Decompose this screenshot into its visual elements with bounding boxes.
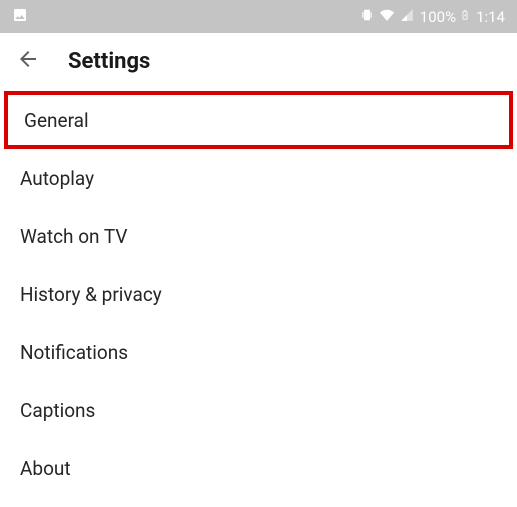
settings-item-label: Captions [20, 399, 95, 422]
status-bar-left [12, 7, 28, 27]
signal-icon [400, 8, 414, 26]
clock-time: 1:14 [476, 8, 505, 26]
settings-item-label: About [20, 457, 71, 480]
picture-icon [12, 7, 28, 27]
battery-percent: 100% [420, 8, 456, 26]
status-bar-right: 100% 1:14 [360, 7, 505, 27]
settings-item-label: Notifications [20, 341, 128, 364]
settings-item-notifications[interactable]: Notifications [0, 323, 517, 381]
page-title: Settings [68, 49, 150, 74]
settings-item-label: History & privacy [20, 283, 162, 306]
settings-item-watch-on-tv[interactable]: Watch on TV [0, 207, 517, 265]
battery-icon [460, 7, 470, 27]
app-header: Settings [0, 33, 517, 89]
settings-item-label: Autoplay [20, 167, 94, 190]
arrow-left-icon [16, 47, 40, 75]
vibrate-icon [360, 7, 374, 27]
settings-item-history-privacy[interactable]: History & privacy [0, 265, 517, 323]
settings-item-general[interactable]: General [4, 91, 513, 149]
settings-list: General Autoplay Watch on TV History & p… [0, 89, 517, 497]
status-bar: 100% 1:14 [0, 0, 517, 33]
settings-item-about[interactable]: About [0, 439, 517, 497]
back-button[interactable] [16, 49, 40, 73]
settings-item-autoplay[interactable]: Autoplay [0, 149, 517, 207]
settings-item-captions[interactable]: Captions [0, 381, 517, 439]
settings-item-label: General [24, 109, 89, 132]
settings-item-label: Watch on TV [20, 225, 127, 248]
wifi-icon [378, 8, 396, 26]
